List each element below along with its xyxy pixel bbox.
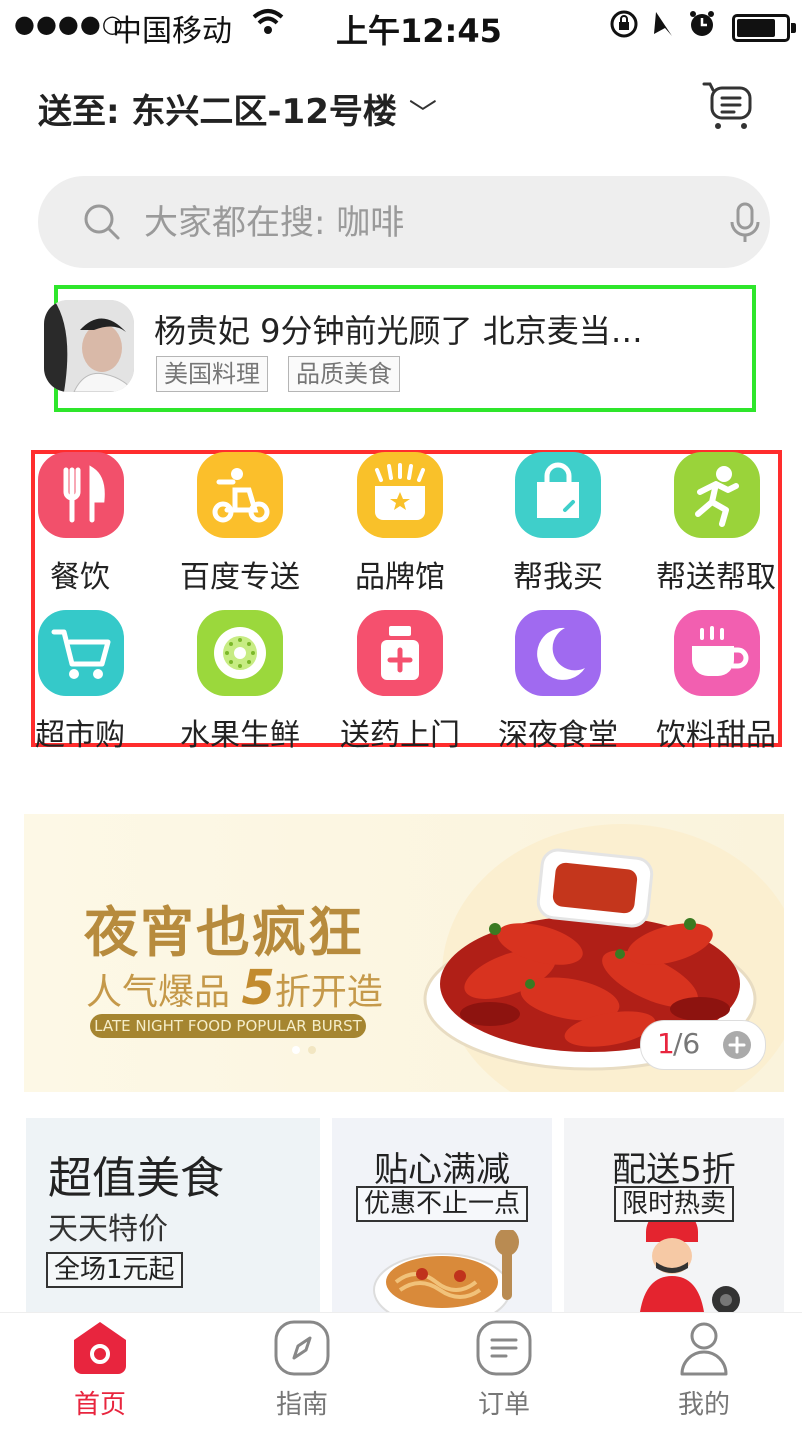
delivery-scooter-icon xyxy=(197,452,283,538)
promo-card-box-wrap: 限时热卖 xyxy=(564,1186,784,1222)
avatar xyxy=(44,300,134,392)
kiwi-icon xyxy=(197,610,283,696)
banner-pager[interactable]: 1 /6 xyxy=(640,1020,766,1070)
banner-subtitle: 人气爆品 5折开造 xyxy=(86,960,383,1016)
promo-card-delivery[interactable]: 配送5折 限时热卖 xyxy=(564,1118,784,1312)
user-icon xyxy=(674,1322,734,1380)
home-icon xyxy=(70,1322,130,1380)
promo-card-box-label: 优惠不止一点 xyxy=(355,1186,528,1222)
chevron-down-icon: ﹀ xyxy=(408,97,437,130)
category-label: 送药上门 xyxy=(340,718,460,753)
tab-label: 指南 xyxy=(275,1390,328,1420)
tab-guide[interactable]: 指南 xyxy=(202,1320,402,1421)
banner-english-tagline: LATE NIGHT FOOD POPULAR BURST xyxy=(90,1014,366,1038)
cart-button[interactable] xyxy=(700,78,752,130)
microphone-icon[interactable] xyxy=(728,202,762,248)
category-label: 饮料甜品 xyxy=(656,718,776,753)
tab-orders[interactable]: 订单 xyxy=(404,1320,604,1421)
category-label: 深夜食堂 xyxy=(498,718,618,753)
banner-subtitle-prefix: 人气爆品 xyxy=(86,972,231,1013)
plus-icon[interactable] xyxy=(723,1031,751,1059)
carousel-dot-active xyxy=(292,1046,300,1054)
pager-total: /6 xyxy=(673,1027,701,1060)
battery-icon xyxy=(732,14,796,42)
search-icon xyxy=(82,202,122,246)
category-errand[interactable]: 帮送帮取 xyxy=(636,452,796,595)
tab-label: 我的 xyxy=(677,1390,730,1420)
carrier-name: 中国移动 xyxy=(112,14,232,49)
clock: 上午12:45 xyxy=(336,12,502,50)
promo-card-title: 贴心满减 xyxy=(374,1150,510,1190)
promo-card-title: 超值美食 xyxy=(48,1153,224,1204)
runner-icon xyxy=(674,452,760,538)
delivery-rider-image xyxy=(616,1208,756,1312)
shopping-bag-icon xyxy=(515,452,601,538)
category-drinks-desserts[interactable]: 饮料甜品 xyxy=(636,610,796,753)
category-dining[interactable]: 餐饮 xyxy=(0,452,160,595)
category-brand-store[interactable]: 品牌馆 xyxy=(320,452,480,595)
coffee-cup-icon xyxy=(674,610,760,696)
category-label: 百度专送 xyxy=(180,560,300,595)
noodle-bowl-image xyxy=(372,1228,532,1312)
ticker-text[interactable]: 杨贵妃 9分钟前光顾了 北京麦当… xyxy=(154,306,643,352)
category-medicine[interactable]: 送药上门 xyxy=(320,610,480,753)
tag-cuisine: 美国料理 xyxy=(156,356,268,392)
tag-quality: 品质美食 xyxy=(288,356,400,392)
status-bar: ●●●●○ 中国移动 上午12:45 xyxy=(0,0,802,52)
tab-label: 订单 xyxy=(477,1390,530,1420)
promo-card-subtitle: 天天特价 xyxy=(48,1212,168,1247)
signal-strength: ●●●●○ xyxy=(14,10,124,38)
category-buy-for-me[interactable]: 帮我买 xyxy=(478,452,638,595)
order-list-icon xyxy=(474,1320,534,1380)
search-input[interactable] xyxy=(142,190,686,256)
search-bar[interactable] xyxy=(38,176,770,268)
category-label: 帮送帮取 xyxy=(656,560,776,595)
medicine-bottle-icon xyxy=(357,610,443,696)
tab-label: 首页 xyxy=(73,1390,126,1420)
alarm-icon xyxy=(690,11,714,36)
category-fresh-fruit[interactable]: 水果生鲜 xyxy=(160,610,320,753)
cart-icon xyxy=(702,82,752,129)
moon-icon xyxy=(515,610,601,696)
location-arrow-icon xyxy=(654,12,672,36)
promo-card-box-label: 全场1元起 xyxy=(46,1252,183,1288)
promo-card-title: 配送5折 xyxy=(612,1150,736,1190)
carousel-dot xyxy=(308,1046,316,1054)
rotation-lock-icon xyxy=(610,10,638,38)
tab-profile[interactable]: 我的 xyxy=(604,1320,802,1421)
shopping-cart-icon xyxy=(38,610,124,696)
brand-store-icon xyxy=(357,452,443,538)
tab-home[interactable]: 首页 xyxy=(0,1320,200,1421)
promo-card-discount[interactable]: 贴心满减 优惠不止一点 xyxy=(332,1118,552,1312)
banner-subtitle-suffix: 折开造 xyxy=(274,972,383,1013)
banner-subtitle-number: 5 xyxy=(241,960,275,1016)
category-label: 品牌馆 xyxy=(355,560,445,595)
category-baidu-delivery[interactable]: 百度专送 xyxy=(160,452,320,595)
wifi-icon xyxy=(252,6,284,43)
promo-card-box-wrap: 优惠不止一点 xyxy=(332,1186,552,1222)
banner-title: 夜宵也疯狂 xyxy=(84,901,364,964)
utensils-icon xyxy=(38,452,124,538)
category-supermarket[interactable]: 超市购 xyxy=(0,610,160,753)
category-label: 超市购 xyxy=(35,718,125,753)
promo-card-value-food[interactable]: 超值美食 天天特价 全场1元起 xyxy=(26,1118,320,1312)
status-icons xyxy=(610,8,722,47)
promo-card-box-label: 限时热卖 xyxy=(613,1186,734,1222)
delivery-address: 送至: 东兴二区-12号楼 xyxy=(38,92,397,132)
delivery-address-selector[interactable]: 送至: 东兴二区-12号楼 ﹀ xyxy=(38,84,437,133)
category-late-night[interactable]: 深夜食堂 xyxy=(478,610,638,753)
category-label: 水果生鲜 xyxy=(180,718,300,753)
category-label: 帮我买 xyxy=(513,560,603,595)
category-label: 餐饮 xyxy=(50,560,110,595)
compass-icon xyxy=(272,1320,332,1380)
